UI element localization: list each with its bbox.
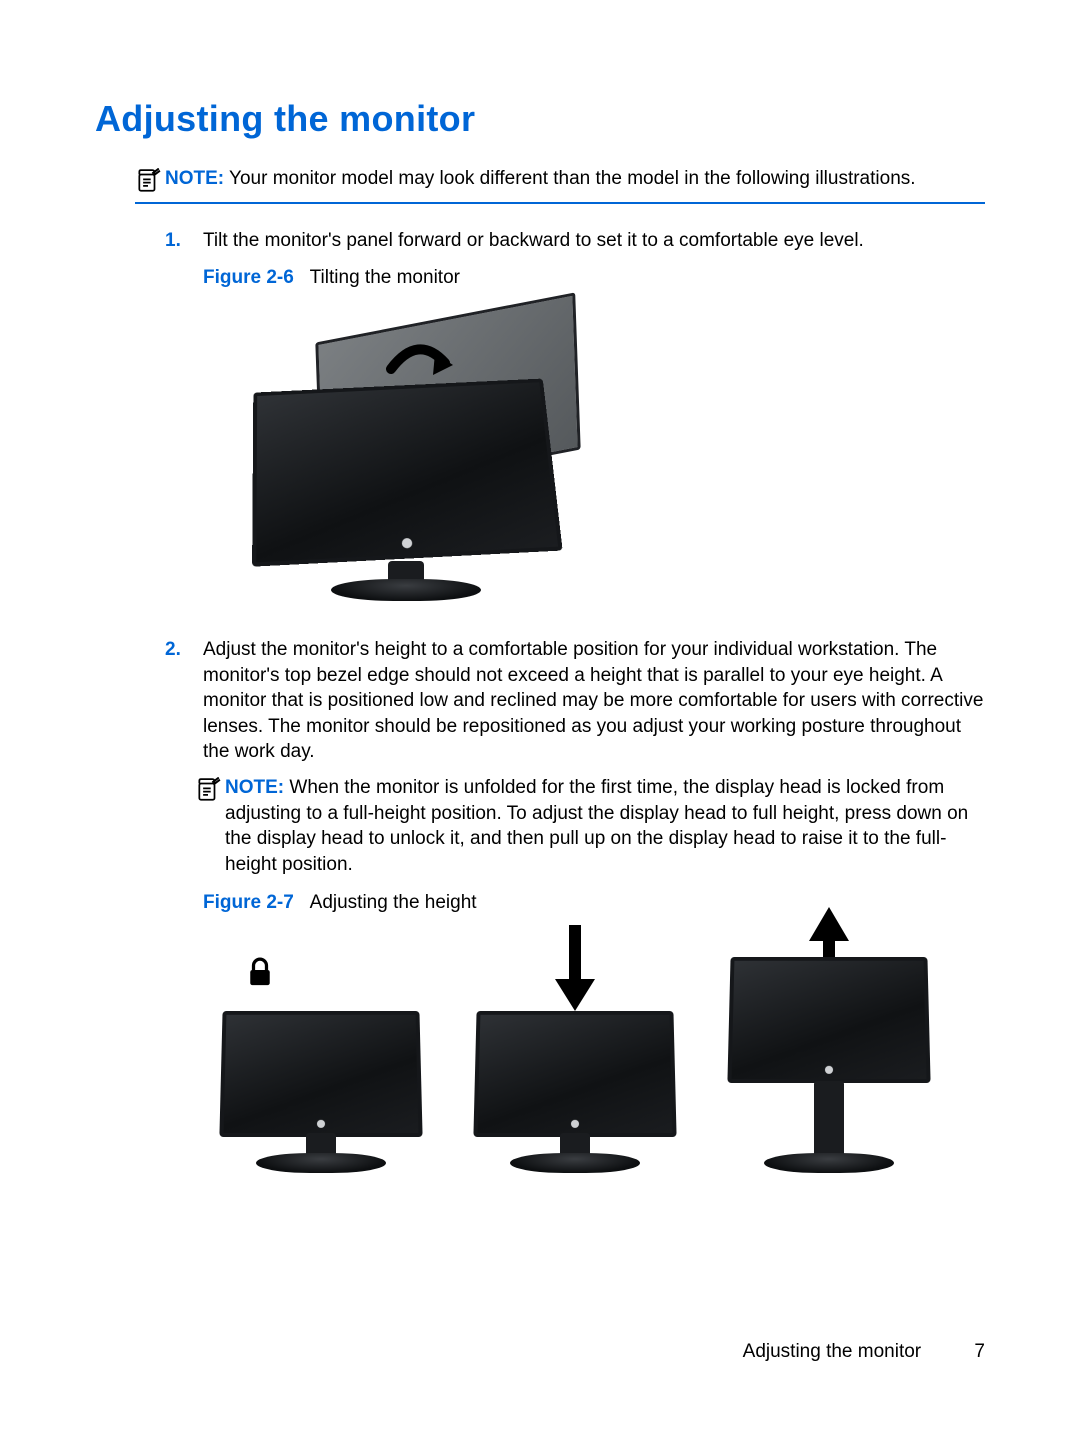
figure-2-7-illustration <box>211 933 951 1179</box>
monitor-locked <box>211 959 431 1179</box>
figure-2-6-illustration <box>223 309 603 609</box>
figure-label: Figure 2-7 <box>203 892 294 913</box>
figure-caption-text: Tilting the monitor <box>310 267 460 288</box>
note-label: NOTE: <box>165 168 224 189</box>
figure-caption-text: Adjusting the height <box>310 892 477 913</box>
note-text: When the monitor is unfolded for the fir… <box>225 777 968 875</box>
footer-section: Adjusting the monitor <box>743 1341 922 1362</box>
note-icon <box>135 168 161 192</box>
note-text: Your monitor model may look different th… <box>229 168 916 189</box>
step-2: 2. Adjust the monitor's height to a comf… <box>165 637 985 1179</box>
step-text: Tilt the monitor's panel forward or back… <box>203 230 864 251</box>
note-label: NOTE: <box>225 777 284 798</box>
step-number: 1. <box>165 228 181 254</box>
step-number: 2. <box>165 637 181 663</box>
figure-caption <box>299 267 310 288</box>
page-footer: Adjusting the monitor 7 <box>743 1339 985 1365</box>
note-callout-step2: NOTE: When the monitor is unfolded for t… <box>195 775 985 878</box>
monitor-press-down <box>465 959 685 1179</box>
tilt-arrow-icon <box>383 339 453 383</box>
step-1: 1. Tilt the monitor's panel forward or b… <box>165 228 985 609</box>
monitor-raised <box>719 959 939 1179</box>
note-icon <box>195 777 221 801</box>
page-number: 7 <box>974 1339 985 1365</box>
figure-label: Figure 2-6 <box>203 267 294 288</box>
step-text: Adjust the monitor's height to a comfort… <box>203 639 983 763</box>
arrow-down-icon <box>555 925 595 1011</box>
section-heading: Adjusting the monitor <box>95 95 985 144</box>
note-callout-top: NOTE: Your monitor model may look differ… <box>135 166 985 204</box>
figure-caption <box>299 892 310 913</box>
lock-icon <box>247 957 273 989</box>
